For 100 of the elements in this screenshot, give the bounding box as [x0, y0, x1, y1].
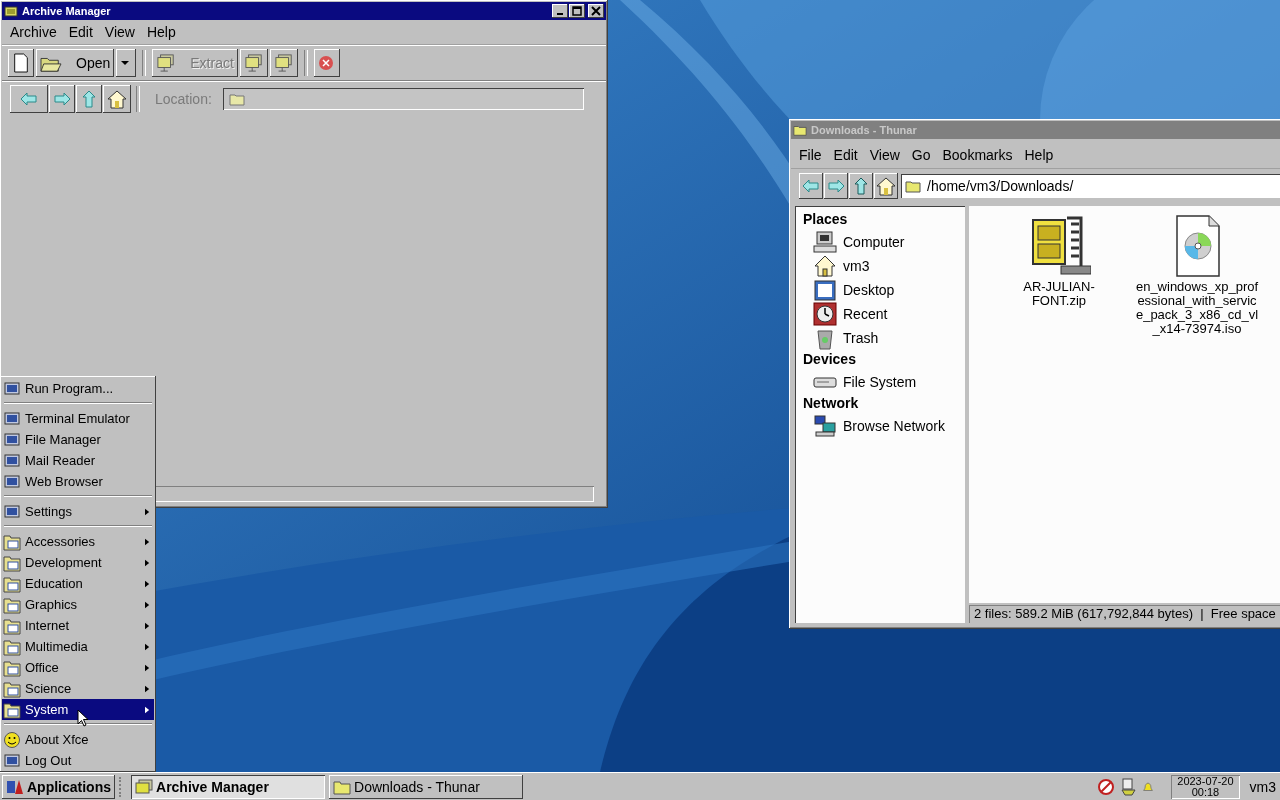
- menu-item[interactable]: View: [863, 147, 906, 163]
- sidebar-heading: Places: [803, 211, 849, 227]
- menu-item[interactable]: About Xfce: [2, 729, 154, 750]
- open-button[interactable]: Open: [36, 49, 115, 77]
- path-text: /home/vm3/Downloads/: [927, 178, 1074, 194]
- sidebar-item[interactable]: Browse Network: [803, 414, 957, 438]
- menu-item[interactable]: Science: [2, 678, 154, 699]
- menu-item[interactable]: Help: [1018, 147, 1060, 163]
- folder-icon: [793, 123, 807, 137]
- back-icon: [20, 92, 38, 106]
- recent-icon: [813, 302, 837, 326]
- back-button[interactable]: [799, 173, 823, 199]
- computer-icon: [243, 54, 264, 72]
- user-name: vm3: [1248, 778, 1277, 795]
- application-icon: [3, 472, 21, 491]
- back-icon: [802, 179, 820, 193]
- add-files-button[interactable]: [239, 49, 268, 77]
- menu-item[interactable]: Run Program...: [2, 378, 154, 399]
- menu-item[interactable]: Web Browser: [2, 471, 154, 492]
- submenu-arrow-icon: [145, 663, 150, 672]
- folder-icon: [333, 778, 351, 795]
- dropdown-button[interactable]: [116, 49, 137, 77]
- sidebar-item[interactable]: Computer: [803, 230, 957, 254]
- sidebar-heading: Devices: [803, 351, 857, 367]
- menu-item[interactable]: View: [98, 24, 141, 40]
- submenu-arrow-icon: [145, 579, 150, 588]
- menu-item[interactable]: Multimedia: [2, 636, 154, 657]
- up-button[interactable]: [76, 85, 102, 113]
- forward-icon: [827, 179, 845, 193]
- forward-button[interactable]: [49, 85, 75, 113]
- sidebar-item[interactable]: Recent: [803, 302, 957, 326]
- back-button[interactable]: [10, 85, 48, 113]
- menu-item[interactable]: Mail Reader: [2, 450, 154, 471]
- up-button[interactable]: [849, 173, 873, 199]
- new-button[interactable]: [8, 49, 34, 77]
- close-button[interactable]: [588, 4, 604, 18]
- smiley-icon: [3, 730, 21, 749]
- menu-item[interactable]: Bookmarks: [936, 147, 1019, 163]
- application-icon: [3, 379, 21, 398]
- application-icon: [3, 451, 21, 470]
- menu-item[interactable]: Help: [140, 24, 182, 40]
- menu-item[interactable]: Development: [2, 552, 154, 573]
- sidebar-item[interactable]: vm3: [803, 254, 957, 278]
- application-icon: [3, 430, 21, 449]
- menu-item[interactable]: Go: [905, 147, 937, 163]
- maximize-icon: [572, 6, 582, 16]
- add-folder-button[interactable]: [269, 49, 298, 77]
- close-icon: [591, 6, 601, 16]
- menu-item[interactable]: Edit: [827, 147, 864, 163]
- menu-item[interactable]: File: [793, 147, 828, 163]
- menu-item[interactable]: Terminal Emulator: [2, 408, 154, 429]
- caret-icon: [120, 58, 131, 68]
- sidebar-heading: Network: [803, 395, 860, 411]
- folder-icon: [3, 553, 21, 572]
- menu-item[interactable]: Internet: [2, 615, 154, 636]
- up-icon: [854, 177, 868, 195]
- window-title: Archive Manager: [22, 5, 112, 17]
- stop-button[interactable]: [313, 49, 340, 77]
- computer-icon: [156, 54, 177, 72]
- applications-button[interactable]: Applications: [2, 774, 115, 799]
- menu-item[interactable]: Archive: [4, 24, 63, 40]
- sidebar-item[interactable]: Trash: [803, 326, 957, 350]
- clock[interactable]: 2023-07-20 00:18: [1171, 774, 1240, 799]
- menu-item[interactable]: Graphics: [2, 594, 154, 615]
- menu-item[interactable]: Log Out: [2, 750, 154, 771]
- downloaded-file[interactable]: en_windows_xp_professional_with_service_pack_3_x86_cd_vl_x14-73974.iso: [1133, 214, 1261, 336]
- home-button[interactable]: [874, 173, 898, 199]
- sidebar-item[interactable]: Desktop: [803, 278, 957, 302]
- mouse-pointer-icon: [77, 709, 89, 727]
- folder-icon: [3, 700, 21, 719]
- submenu-arrow-icon: [145, 705, 150, 714]
- minimize-button[interactable]: [552, 4, 568, 18]
- downloaded-file[interactable]: AR-JULIAN-FONT.zip: [995, 214, 1123, 308]
- submenu-arrow-icon: [145, 642, 150, 651]
- computer-icon: [135, 778, 153, 795]
- minimize-icon: [557, 13, 563, 15]
- taskbar-button[interactable]: Downloads - Thunar: [329, 774, 523, 799]
- submenu-arrow-icon: [145, 507, 150, 516]
- menu-item[interactable]: Settings: [2, 501, 154, 522]
- menu-item[interactable]: Office: [2, 657, 154, 678]
- taskbar-button[interactable]: Archive Manager: [131, 774, 325, 799]
- sidebar-item[interactable]: File System: [803, 370, 957, 394]
- submenu-arrow-icon: [145, 621, 150, 630]
- menu-item[interactable]: Edit: [62, 24, 99, 40]
- desktop-icon: [813, 278, 837, 302]
- menu-item[interactable]: Education: [2, 573, 154, 594]
- maximize-button[interactable]: [569, 4, 585, 18]
- folder-icon: [3, 679, 21, 698]
- home-button[interactable]: [103, 85, 131, 113]
- menu-item[interactable]: System: [2, 699, 154, 720]
- menu-item[interactable]: File Manager: [2, 429, 154, 450]
- no-entry-icon: [1097, 777, 1116, 796]
- folder-icon: [3, 616, 21, 635]
- window-title-bar[interactable]: Archive Manager: [2, 2, 606, 20]
- computer-icon: [273, 54, 294, 72]
- forward-button[interactable]: [824, 173, 848, 199]
- submenu-arrow-icon: [145, 684, 150, 693]
- location-field[interactable]: [222, 88, 584, 110]
- path-field[interactable]: /home/vm3/Downloads/: [901, 174, 1280, 198]
- menu-item[interactable]: Accessories: [2, 531, 154, 552]
